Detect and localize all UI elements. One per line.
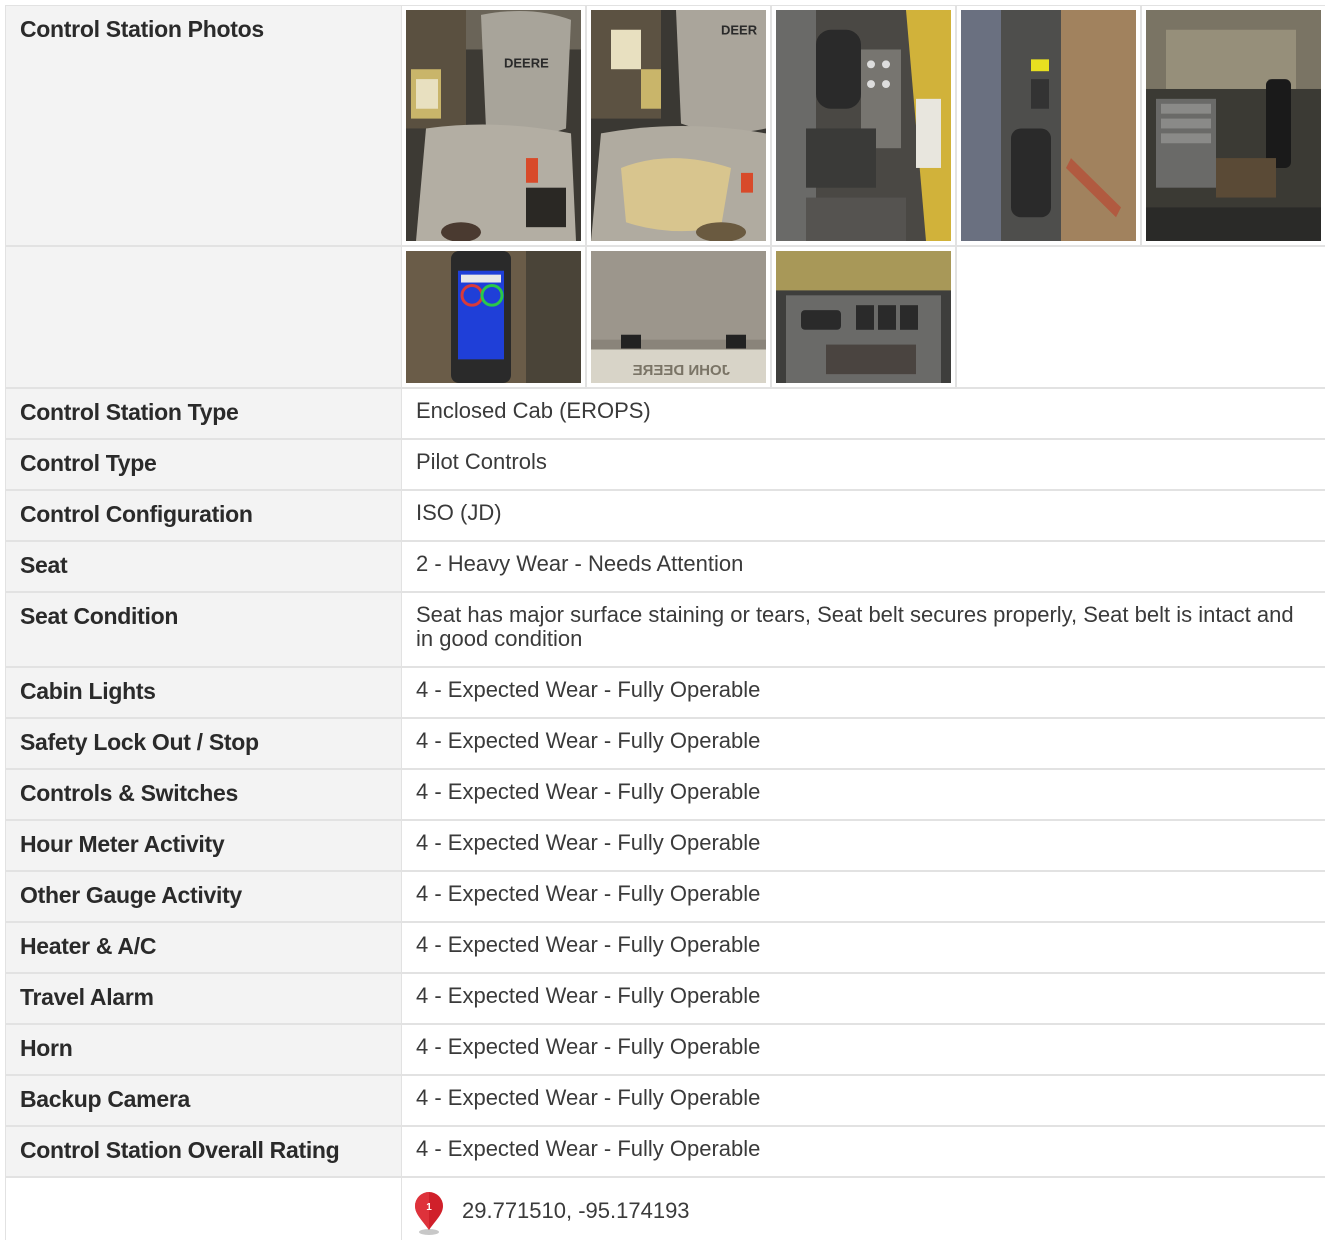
row-control-type: Control Type Pilot Controls — [5, 440, 1325, 491]
visor-brand-text: JOHN DEERE — [632, 363, 730, 379]
photo-cab-headliner[interactable]: JOHN DEERE — [587, 247, 772, 387]
value-cabin-lights: 4 - Expected Wear - Fully Operable — [401, 668, 1325, 717]
photos-strip-2: JOHN DEERE — [401, 247, 1325, 387]
photo-switch-panel[interactable] — [772, 247, 957, 387]
location-cell: 1 29.771510, -95.174193 — [401, 1178, 1325, 1240]
value-control-type: Pilot Controls — [401, 440, 1325, 489]
row-other-gauge: Other Gauge Activity 4 - Expected Wear -… — [5, 872, 1325, 923]
location-coordinates[interactable]: 29.771510, -95.174193 — [462, 1199, 690, 1223]
row-seat: Seat 2 - Heavy Wear - Needs Attention — [5, 542, 1325, 593]
label-cabin-lights: Cabin Lights — [5, 668, 401, 717]
photo-monitor-display[interactable] — [402, 247, 587, 387]
pin-badge-number: 1 — [426, 1202, 432, 1213]
photo-floor-pedals[interactable] — [1142, 6, 1325, 245]
value-backup-camera: 4 - Expected Wear - Fully Operable — [401, 1076, 1325, 1125]
photo-seat-front[interactable]: DEERE — [402, 6, 587, 245]
label-horn: Horn — [5, 1025, 401, 1074]
value-seat: 2 - Heavy Wear - Needs Attention — [401, 542, 1325, 591]
value-safety-lock: 4 - Expected Wear - Fully Operable — [401, 719, 1325, 768]
photos-strip-1: DEERE DEER — [401, 6, 1325, 245]
label-heater-ac: Heater & A/C — [5, 923, 401, 972]
row-location: 1 29.771510, -95.174193 — [5, 1178, 1325, 1240]
row-label-photos: Control Station Photos — [5, 6, 401, 245]
label-safety-lock: Safety Lock Out / Stop — [5, 719, 401, 768]
photo-joystick-panel[interactable] — [772, 6, 957, 245]
photo-console-right[interactable] — [957, 6, 1142, 245]
value-hour-meter: 4 - Expected Wear - Fully Operable — [401, 821, 1325, 870]
seat-brand-text: DEERE — [504, 55, 549, 70]
value-other-gauge: 4 - Expected Wear - Fully Operable — [401, 872, 1325, 921]
value-seat-condition: Seat has major surface staining or tears… — [401, 593, 1325, 666]
row-overall-rating: Control Station Overall Rating 4 - Expec… — [5, 1127, 1325, 1178]
value-control-configuration: ISO (JD) — [401, 491, 1325, 540]
value-heater-ac: 4 - Expected Wear - Fully Operable — [401, 923, 1325, 972]
row-seat-condition: Seat Condition Seat has major surface st… — [5, 593, 1325, 668]
map-pin-icon[interactable]: 1 — [412, 1192, 446, 1236]
label-control-type: Control Type — [5, 440, 401, 489]
value-overall-rating: 4 - Expected Wear - Fully Operable — [401, 1127, 1325, 1176]
value-travel-alarm: 4 - Expected Wear - Fully Operable — [401, 974, 1325, 1023]
seat-brand-text-2: DEER — [721, 23, 758, 38]
label-seat: Seat — [5, 542, 401, 591]
value-horn: 4 - Expected Wear - Fully Operable — [401, 1025, 1325, 1074]
row-label-photos-2 — [5, 247, 401, 387]
row-safety-lock: Safety Lock Out / Stop 4 - Expected Wear… — [5, 719, 1325, 770]
row-hour-meter: Hour Meter Activity 4 - Expected Wear - … — [5, 821, 1325, 872]
photos-row-2: JOHN DEERE — [5, 247, 1325, 389]
photo-seat-damage[interactable]: DEER — [587, 6, 772, 245]
label-controls-switches: Controls & Switches — [5, 770, 401, 819]
value-control-station-type: Enclosed Cab (EROPS) — [401, 389, 1325, 438]
label-overall-rating: Control Station Overall Rating — [5, 1127, 401, 1176]
label-other-gauge: Other Gauge Activity — [5, 872, 401, 921]
label-travel-alarm: Travel Alarm — [5, 974, 401, 1023]
row-control-configuration: Control Configuration ISO (JD) — [5, 491, 1325, 542]
row-travel-alarm: Travel Alarm 4 - Expected Wear - Fully O… — [5, 974, 1325, 1025]
row-horn: Horn 4 - Expected Wear - Fully Operable — [5, 1025, 1325, 1076]
row-cabin-lights: Cabin Lights 4 - Expected Wear - Fully O… — [5, 668, 1325, 719]
label-backup-camera: Backup Camera — [5, 1076, 401, 1125]
row-backup-camera: Backup Camera 4 - Expected Wear - Fully … — [5, 1076, 1325, 1127]
value-controls-switches: 4 - Expected Wear - Fully Operable — [401, 770, 1325, 819]
label-location — [5, 1178, 401, 1240]
label-hour-meter: Hour Meter Activity — [5, 821, 401, 870]
row-control-station-type: Control Station Type Enclosed Cab (EROPS… — [5, 389, 1325, 440]
control-station-table: Control Station Photos DEERE DEER JOHN D… — [5, 5, 1325, 1240]
row-heater-ac: Heater & A/C 4 - Expected Wear - Fully O… — [5, 923, 1325, 974]
label-seat-condition: Seat Condition — [5, 593, 401, 666]
row-controls-switches: Controls & Switches 4 - Expected Wear - … — [5, 770, 1325, 821]
photos-row-1: Control Station Photos DEERE DEER — [5, 5, 1325, 247]
label-control-station-type: Control Station Type — [5, 389, 401, 438]
label-control-configuration: Control Configuration — [5, 491, 401, 540]
